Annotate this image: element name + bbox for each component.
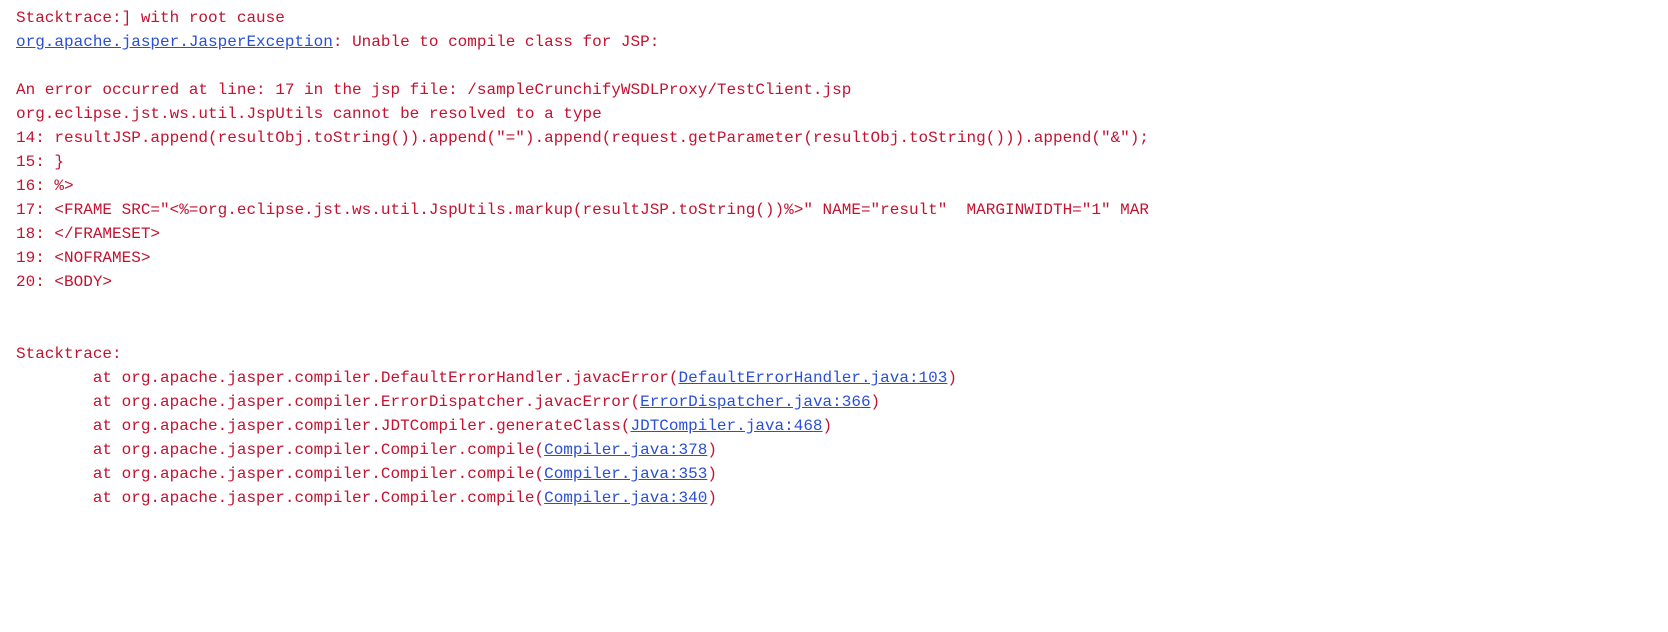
frame-suffix: ) — [947, 369, 957, 387]
stack-frame: at org.apache.jasper.compiler.Compiler.c… — [16, 462, 1652, 486]
frame-suffix: ) — [707, 489, 717, 507]
code-line: 15: } — [16, 150, 1652, 174]
code-line: 16: %> — [16, 174, 1652, 198]
source-link[interactable]: Compiler.java:378 — [544, 441, 707, 459]
code-line: 17: <FRAME SRC="<%=org.eclipse.jst.ws.ut… — [16, 198, 1652, 222]
stack-frame: at org.apache.jasper.compiler.Compiler.c… — [16, 486, 1652, 510]
frame-suffix: ) — [871, 393, 881, 411]
frame-prefix: at org.apache.jasper.compiler.DefaultErr… — [16, 369, 679, 387]
stack-frame: at org.apache.jasper.compiler.JDTCompile… — [16, 414, 1652, 438]
frame-prefix: at org.apache.jasper.compiler.Compiler.c… — [16, 441, 544, 459]
source-link[interactable]: ErrorDispatcher.java:366 — [640, 393, 870, 411]
code-line: 14: resultJSP.append(resultObj.toString(… — [16, 126, 1652, 150]
blank-line — [16, 318, 1652, 342]
blank-line — [16, 54, 1652, 78]
code-line: 19: <NOFRAMES> — [16, 246, 1652, 270]
error-intro: An error occurred at line: 17 in the jsp… — [16, 78, 1652, 102]
source-link[interactable]: JDTCompiler.java:468 — [631, 417, 823, 435]
stack-frame: at org.apache.jasper.compiler.ErrorDispa… — [16, 390, 1652, 414]
frame-prefix: at org.apache.jasper.compiler.ErrorDispa… — [16, 393, 640, 411]
code-block: 14: resultJSP.append(resultObj.toString(… — [16, 126, 1652, 294]
blank-line — [16, 294, 1652, 318]
frame-suffix: ) — [823, 417, 833, 435]
frame-prefix: at org.apache.jasper.compiler.JDTCompile… — [16, 417, 631, 435]
code-line: 20: <BODY> — [16, 270, 1652, 294]
stack-frame: at org.apache.jasper.compiler.Compiler.c… — [16, 438, 1652, 462]
source-link[interactable]: DefaultErrorHandler.java:103 — [679, 369, 948, 387]
stack-frame: at org.apache.jasper.compiler.DefaultErr… — [16, 366, 1652, 390]
exception-class-link[interactable]: org.apache.jasper.JasperException — [16, 33, 333, 51]
frame-suffix: ) — [707, 441, 717, 459]
exception-line: org.apache.jasper.JasperException: Unabl… — [16, 30, 1652, 54]
frame-suffix: ) — [707, 465, 717, 483]
error-cause: org.eclipse.jst.ws.util.JspUtils cannot … — [16, 102, 1652, 126]
exception-message: : Unable to compile class for JSP: — [333, 33, 659, 51]
frame-prefix: at org.apache.jasper.compiler.Compiler.c… — [16, 465, 544, 483]
code-line: 18: </FRAMESET> — [16, 222, 1652, 246]
stacktrace-label: Stacktrace: — [16, 342, 1652, 366]
source-link[interactable]: Compiler.java:340 — [544, 489, 707, 507]
stack-header-line: Stacktrace:] with root cause — [16, 6, 1652, 30]
source-link[interactable]: Compiler.java:353 — [544, 465, 707, 483]
frame-prefix: at org.apache.jasper.compiler.Compiler.c… — [16, 489, 544, 507]
stack-frames: at org.apache.jasper.compiler.DefaultErr… — [16, 366, 1652, 510]
